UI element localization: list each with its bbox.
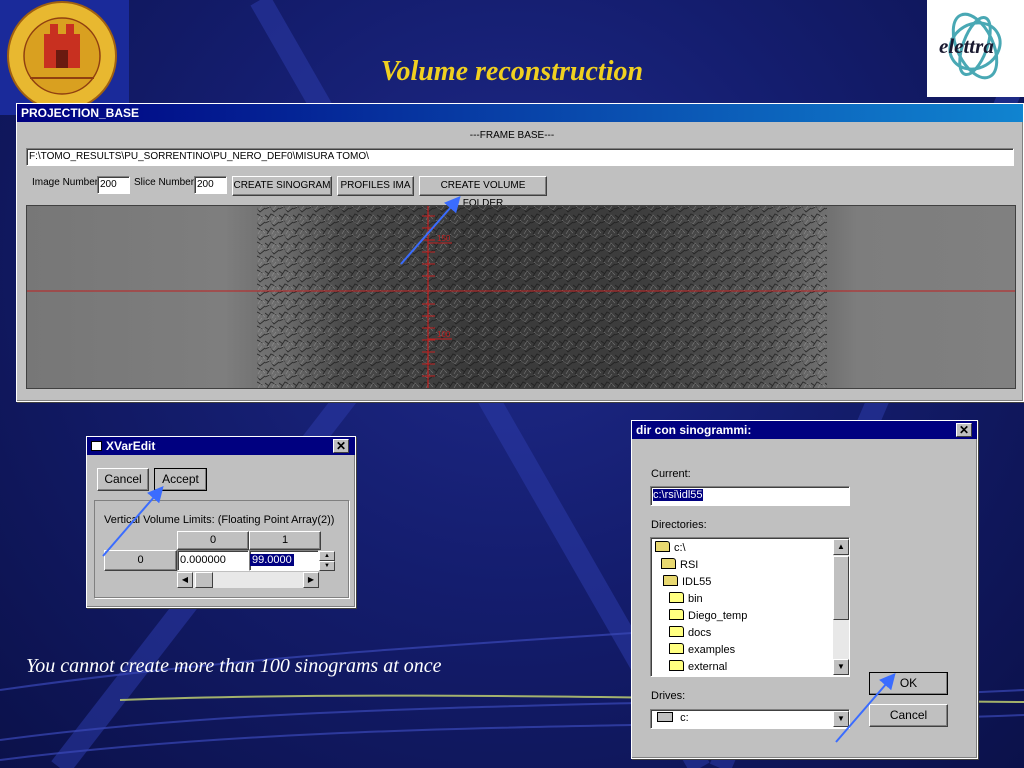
- elettra-brand-text: elettra: [939, 34, 994, 58]
- directories-label: Directories:: [651, 519, 707, 531]
- ruler-label-100: 100: [437, 330, 451, 339]
- projection-window-title: PROJECTION_BASE: [21, 106, 140, 120]
- directory-item[interactable]: docs: [669, 625, 711, 641]
- drive-value: c:: [680, 712, 689, 724]
- volume-limits-label: Vertical Volume Limits: (Floating Point …: [104, 514, 335, 526]
- create-sinogram-button[interactable]: CREATE SINOGRAM: [232, 176, 332, 196]
- directory-item-label: c:\: [674, 542, 686, 554]
- spin-down-icon[interactable]: ▼: [319, 561, 335, 571]
- directory-item-label: Diego_temp: [688, 610, 748, 622]
- folder-icon: [669, 660, 684, 671]
- spin-up-icon[interactable]: ▲: [319, 551, 335, 561]
- folder-icon: [669, 609, 684, 620]
- directory-item[interactable]: c:\: [655, 540, 686, 556]
- drives-select[interactable]: c: ▼: [650, 709, 850, 729]
- projection-image: 150 100: [26, 205, 1016, 389]
- directory-item-label: bin: [688, 593, 703, 605]
- current-path-input[interactable]: c:\rsi\idl55: [650, 486, 850, 506]
- directory-item-label: external: [688, 661, 728, 673]
- close-icon[interactable]: ✕: [956, 423, 972, 437]
- horizontal-scrollbar[interactable]: ◀ ▶: [177, 572, 319, 588]
- directory-item[interactable]: IDL55: [663, 574, 711, 590]
- cancel-button[interactable]: Cancel: [869, 704, 948, 727]
- dir-dialog-titlebar[interactable]: dir con sinogrammi:: [632, 421, 977, 439]
- scroll-thumb[interactable]: [833, 556, 849, 620]
- close-icon[interactable]: ✕: [333, 439, 349, 453]
- directories-scrollbar[interactable]: ▲ ▼: [833, 539, 849, 675]
- image-number-input[interactable]: 200: [97, 176, 130, 194]
- dir-dialog-title: dir con sinogrammi:: [636, 423, 752, 437]
- directory-item-label: docs: [688, 627, 712, 639]
- directories-listbox[interactable]: c:\ RSI IDL55 bin Diego_tempdocs examples exte…: [650, 537, 850, 677]
- folder-icon: [669, 643, 684, 654]
- folder-icon: [669, 626, 684, 637]
- row-header-0[interactable]: 0: [104, 550, 177, 571]
- elettra-logo: elettra: [927, 0, 1024, 97]
- current-label: Current:: [651, 468, 691, 480]
- scroll-thumb[interactable]: [195, 572, 213, 588]
- folder-open-icon: [663, 575, 678, 586]
- column-header-0[interactable]: 0: [177, 531, 249, 550]
- value-cell-1-text: 99.0000: [250, 554, 294, 566]
- folder-open-icon: [655, 541, 670, 552]
- path-field[interactable]: F:\TOMO_RESULTS\PU_SORRENTINO\PU_NERO_DE…: [26, 148, 1014, 166]
- directory-item[interactable]: examples: [669, 642, 735, 658]
- scroll-right-icon[interactable]: ▶: [303, 572, 319, 588]
- slice-number-label: Slice Number:: [134, 177, 197, 188]
- slide-caption: You cannot create more than 100 sinogram…: [26, 655, 442, 677]
- column-header-1[interactable]: 1: [249, 531, 321, 550]
- xvaredit-titlebar[interactable]: XVarEdit: [87, 437, 355, 455]
- folder-open-icon: [661, 558, 676, 569]
- projection-window-titlebar[interactable]: PROJECTION_BASE: [17, 104, 1023, 122]
- app-window-icon: [91, 441, 102, 451]
- accept-button[interactable]: Accept: [154, 468, 207, 491]
- scroll-down-icon[interactable]: ▼: [833, 659, 849, 675]
- slide-title: Volume reconstruction: [380, 56, 644, 87]
- value-cell-1[interactable]: 99.0000: [249, 550, 319, 571]
- slice-number-input[interactable]: 200: [194, 176, 227, 194]
- drives-label: Drives:: [651, 690, 686, 702]
- current-path-text: c:\rsi\idl55: [653, 489, 703, 501]
- value-cell-0[interactable]: 0.000000: [177, 550, 249, 571]
- directory-item-label: IDL55: [682, 576, 712, 588]
- drive-icon: [657, 712, 673, 722]
- directory-item-label: RSI: [680, 559, 699, 571]
- frame-base-label: ---FRAME BASE---: [469, 130, 555, 141]
- ok-button[interactable]: OK: [869, 672, 948, 695]
- directory-item[interactable]: bin: [669, 591, 703, 607]
- create-volume-folder-button[interactable]: CREATE VOLUME FOLDER: [419, 176, 547, 209]
- directory-item[interactable]: RSI: [661, 557, 698, 573]
- scroll-up-icon[interactable]: ▲: [833, 539, 849, 555]
- chevron-down-icon[interactable]: ▼: [833, 711, 849, 727]
- directory-item[interactable]: Diego_temp: [669, 608, 747, 624]
- directory-item-label: examples: [688, 644, 736, 656]
- cancel-button[interactable]: Cancel: [97, 468, 149, 491]
- folder-icon: [669, 592, 684, 603]
- xvaredit-title: XVarEdit: [106, 439, 156, 453]
- ruler-label-150: 150: [437, 234, 451, 243]
- profiles-ima-button[interactable]: PROFILES IMA: [337, 176, 414, 196]
- image-number-label: Image Number:: [32, 177, 101, 188]
- scroll-left-icon[interactable]: ◀: [177, 572, 193, 588]
- directory-item[interactable]: external: [669, 659, 727, 675]
